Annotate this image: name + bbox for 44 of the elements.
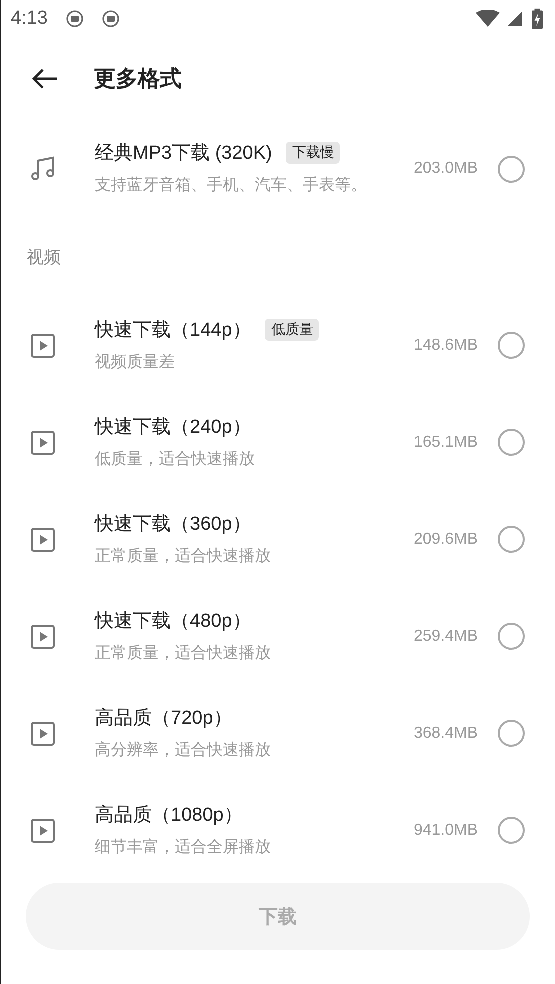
battery-icon	[532, 8, 543, 30]
radio-button[interactable]	[498, 817, 525, 844]
file-size: 941.0MB	[414, 822, 478, 840]
radio-button[interactable]	[498, 332, 525, 359]
play-icon	[31, 528, 55, 552]
file-size: 368.4MB	[414, 724, 478, 742]
play-icon	[31, 818, 55, 842]
play-icon	[31, 624, 55, 648]
radio-button[interactable]	[498, 720, 525, 747]
format-tag: 下载慢	[286, 142, 340, 164]
format-title: 快速下载（360p）	[95, 512, 252, 537]
music-note-icon	[31, 156, 57, 182]
format-title: 经典MP3下载 (320K)	[95, 142, 272, 166]
format-title: 快速下载（480p）	[95, 610, 252, 634]
signal-icon	[508, 10, 524, 28]
format-description: 细节丰富，适合全屏播放	[95, 836, 272, 858]
file-size: 203.0MB	[414, 160, 478, 178]
format-tag: 低质量	[265, 318, 320, 341]
section-label: 视频	[26, 247, 62, 270]
play-icon	[31, 334, 55, 358]
format-description: 视频质量差	[95, 350, 176, 373]
back-arrow-icon[interactable]	[32, 69, 58, 89]
file-size: 209.6MB	[414, 530, 478, 548]
format-title: 高品质（1080p）	[95, 804, 243, 828]
radio-button[interactable]	[498, 156, 525, 182]
format-description: 低质量，适合快速播放	[95, 448, 256, 470]
format-description: 正常质量，适合快速播放	[95, 642, 272, 664]
radio-button[interactable]	[498, 623, 525, 650]
format-description: 正常质量，适合快速播放	[95, 544, 272, 567]
format-title: 高品质（720p）	[95, 706, 232, 731]
format-title: 快速下载（144p）	[95, 318, 252, 343]
wifi-icon	[476, 10, 500, 28]
play-icon	[31, 722, 55, 746]
file-size: 165.1MB	[414, 434, 478, 452]
format-description: 支持蓝牙音箱、手机、汽车、手表等。	[95, 174, 368, 196]
format-title: 快速下载（240p）	[95, 416, 252, 440]
file-size: 259.4MB	[414, 628, 478, 646]
page-title: 更多格式	[94, 66, 182, 94]
play-icon	[31, 430, 55, 454]
format-description: 高分辨率，适合快速播放	[95, 738, 272, 761]
file-size: 148.6MB	[414, 336, 478, 354]
radio-button[interactable]	[498, 429, 525, 456]
status-time: 4:13	[11, 8, 48, 30]
radio-button[interactable]	[498, 526, 525, 553]
